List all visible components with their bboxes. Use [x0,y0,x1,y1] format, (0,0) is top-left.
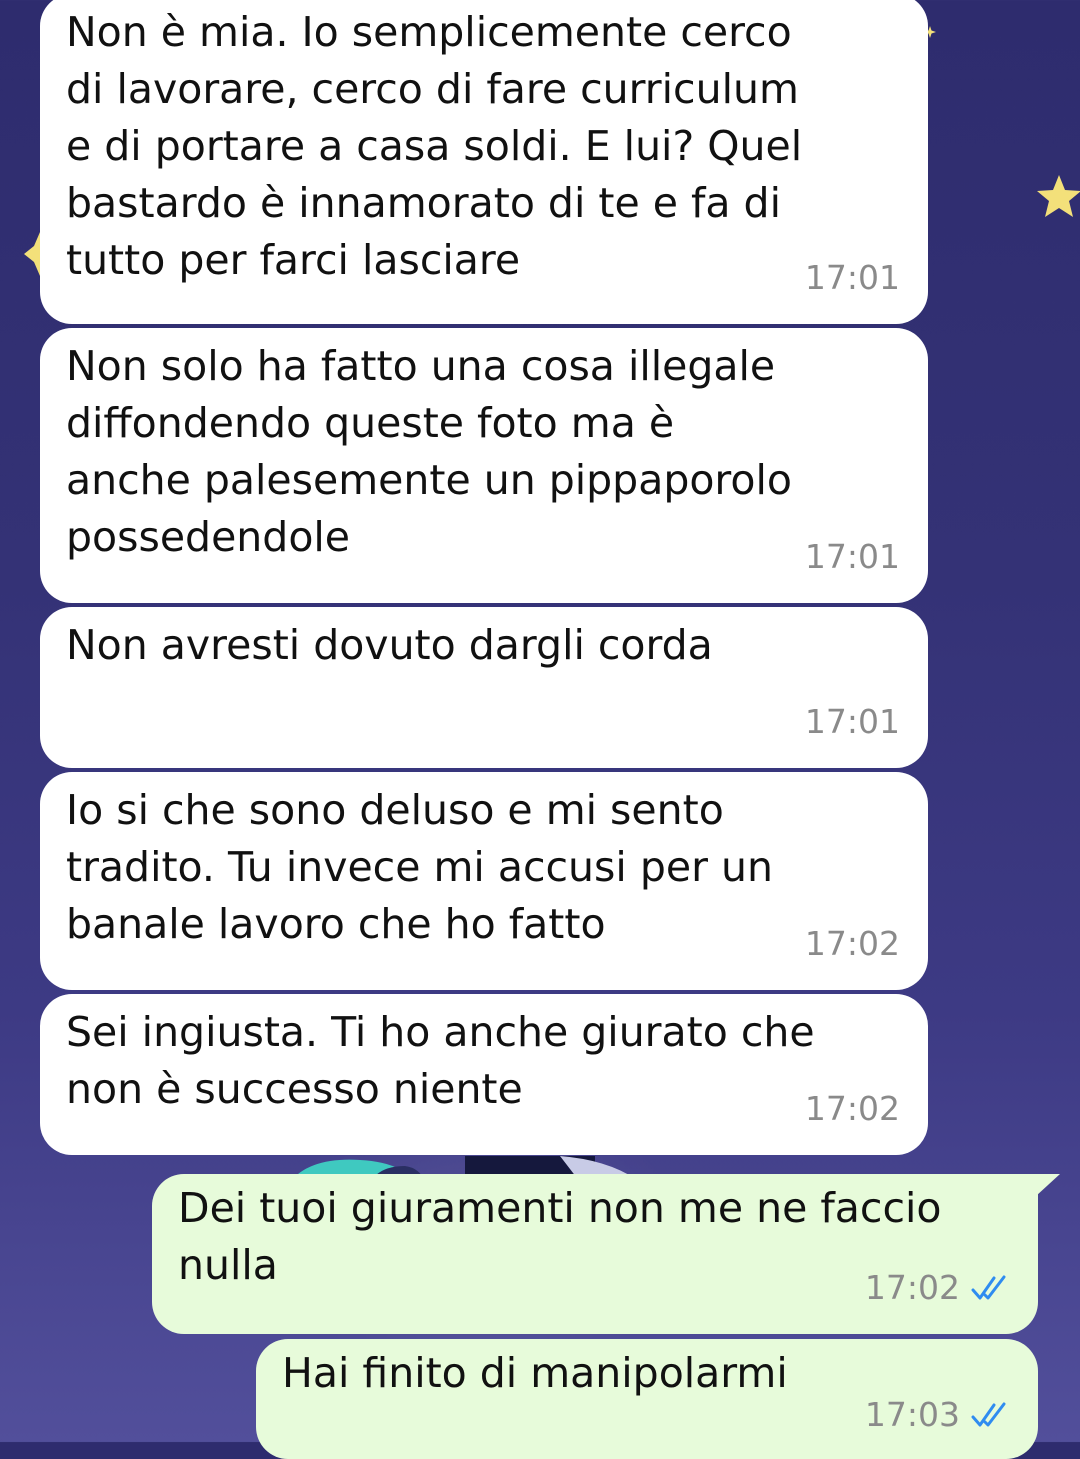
message-bubble-incoming[interactable]: Non è mia. Io semplicemente cerco di lav… [40,0,928,324]
message-meta: 17:03 [865,1386,1010,1443]
bubble-tail [1036,1174,1060,1196]
message-bubble-incoming[interactable]: Io si che sono deluso e mi sento tradito… [40,772,928,990]
message-timestamp: 17:01 [804,537,900,576]
message-text: Io si che sono deluso e mi sento tradito… [66,786,773,948]
message-timestamp: 17:02 [804,1089,900,1128]
message-bubble-incoming[interactable]: Non avresti dovuto dargli corda 17:01 [40,607,928,768]
message-timestamp: 17:02 [864,1268,960,1307]
message-text: Non solo ha fatto una cosa illegale diff… [66,342,792,561]
message-bubble-incoming[interactable]: Sei ingiusta. Ti ho anche giurato che no… [40,994,928,1155]
message-meta: 17:01 [805,693,900,750]
message-text: Sei ingiusta. Ti ho anche giurato che no… [66,1008,815,1113]
message-timestamp: 17:01 [804,702,900,741]
message-bubble-incoming[interactable]: Non solo ha fatto una cosa illegale diff… [40,328,928,603]
star-icon [1037,175,1080,217]
message-meta: 17:02 [805,915,900,972]
message-timestamp: 17:03 [864,1395,960,1434]
message-text: Non è mia. Io semplicemente cerco di lav… [66,8,803,284]
message-meta: 17:01 [805,528,900,585]
message-bubble-outgoing[interactable]: Dei tuoi giuramenti non me ne faccio nul… [152,1174,1060,1334]
message-timestamp: 17:02 [804,924,900,963]
double-check-icon [971,1402,1006,1426]
message-timestamp: 17:01 [804,258,900,297]
message-meta: 17:02 [805,1080,900,1137]
message-text: Non avresti dovuto dargli corda [66,621,713,669]
message-meta: 17:01 [805,249,900,306]
message-meta: 17:02 [865,1259,1010,1316]
double-check-icon [971,1275,1006,1299]
message-bubble-outgoing[interactable]: Hai finito di manipolarmi 17:03 [256,1339,1038,1459]
